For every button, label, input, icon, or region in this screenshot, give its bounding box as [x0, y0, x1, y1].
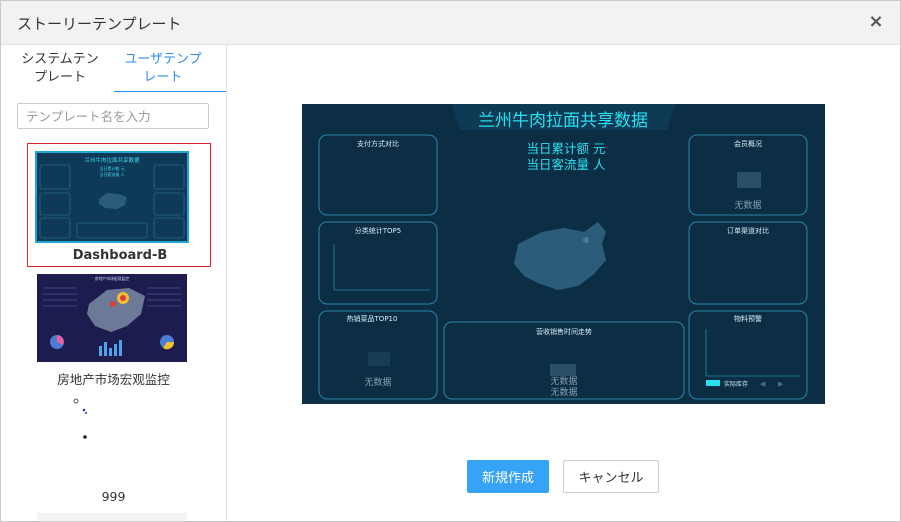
preview-title: 兰州牛肉拉面共享数据: [478, 111, 648, 131]
create-button[interactable]: 新規作成: [467, 460, 549, 493]
template-search-input[interactable]: [17, 103, 209, 129]
template-thumbnail-dashboard-b: 兰州牛肉拉面共享数据 当日累计额 元 当日客流量 人: [35, 151, 189, 243]
thumb1-title: 兰州牛肉拉面共享数据: [84, 156, 140, 164]
hot-no-data: 无数据: [364, 376, 391, 388]
tab-system-label-line2: プレート: [33, 70, 86, 85]
preview-kpi-revenue: 当日累计额 元: [527, 141, 606, 156]
template-sidebar: システムテン プレート ユーザテンプ レート 兰州牛肉拉面共享数据 当日累计额 …: [1, 45, 227, 521]
trend-no-data-1: 无数据: [550, 375, 577, 387]
thumb2-title: 房地产市场宏观监控: [95, 276, 129, 281]
panel-trend-title: 营收销售时间走势: [536, 327, 592, 336]
dialog-title: ストーリーテンプレート: [17, 15, 182, 33]
template-thumbnail-999[interactable]: [37, 397, 187, 485]
story-template-dialog: ストーリーテンプレート × システムテン プレート ユーザテンプ レート 兰州牛…: [0, 0, 901, 522]
stock-legend-next-icon: ▶: [778, 380, 784, 388]
template-card-dashboard-b[interactable]: 兰州牛肉拉面共享数据 当日累计额 元 当日客流量 人 Dashboard-B: [27, 143, 211, 267]
panel-hot-title: 热销菜品TOP10: [347, 314, 398, 323]
tab-system-label-line1: システムテン: [21, 52, 99, 67]
tab-system-templates[interactable]: システムテン プレート: [11, 51, 109, 87]
close-icon[interactable]: ×: [865, 11, 887, 33]
template-preview-image: 兰州牛肉拉面共享数据 当日累计额 元 当日客流量 人 支付方式对比 分类统计TO…: [302, 104, 825, 404]
stock-legend-prev-icon: ◀: [760, 380, 766, 388]
tab-user-label-line2: レート: [143, 70, 183, 85]
thumb1-kpi1: 当日累计额 元: [99, 165, 124, 171]
panel-stock-title: 物料预警: [734, 314, 762, 323]
template-name[interactable]: 房地产市场宏观监控: [1, 369, 226, 388]
tab-user-label-line1: ユーザテンプ: [124, 52, 202, 67]
dialog-titlebar: ストーリーテンプレート ×: [1, 1, 900, 45]
cancel-button[interactable]: キャンセル: [563, 460, 659, 493]
template-thumbnail-4[interactable]: [37, 513, 187, 521]
template-name: Dashboard-B: [72, 248, 168, 263]
panel-category-title: 分类统计TOP5: [355, 226, 401, 235]
template-preview-area: 兰州牛肉拉面共享数据 当日累计额 元 当日客流量 人 支付方式对比 分类统计TO…: [227, 45, 900, 521]
member-no-data: 无数据: [734, 199, 761, 211]
active-tab-indicator: [114, 91, 226, 92]
template-name[interactable]: 999: [1, 489, 226, 504]
trend-no-data-2: 无数据: [550, 386, 577, 398]
thumb1-kpi2: 当日客流量 人: [99, 171, 124, 177]
preview-kpi-traffic: 当日客流量 人: [527, 157, 606, 172]
template-thumbnail-real-estate[interactable]: 房地产市场宏观监控: [37, 274, 187, 362]
panel-payment-title: 支付方式对比: [357, 139, 399, 148]
panel-channel-title: 订单渠道对比: [727, 226, 769, 235]
panel-member-title: 会员概况: [734, 139, 762, 148]
tab-user-templates[interactable]: ユーザテンプ レート: [114, 51, 212, 87]
stock-legend: 实际库存: [724, 380, 748, 388]
